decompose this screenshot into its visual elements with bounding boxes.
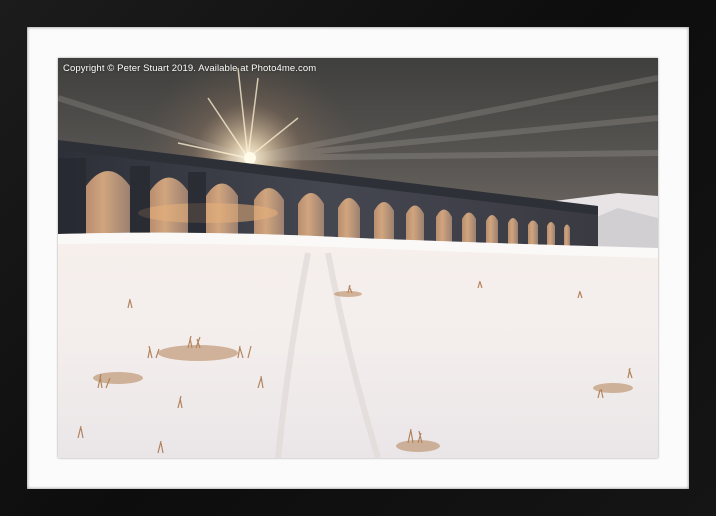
copyright-watermark: Copyright © Peter Stuart 2019. Available… bbox=[63, 63, 317, 74]
photo-scene bbox=[58, 58, 658, 458]
framed-photo bbox=[58, 58, 658, 458]
sun-icon bbox=[244, 152, 256, 164]
snow-field bbox=[58, 232, 658, 458]
